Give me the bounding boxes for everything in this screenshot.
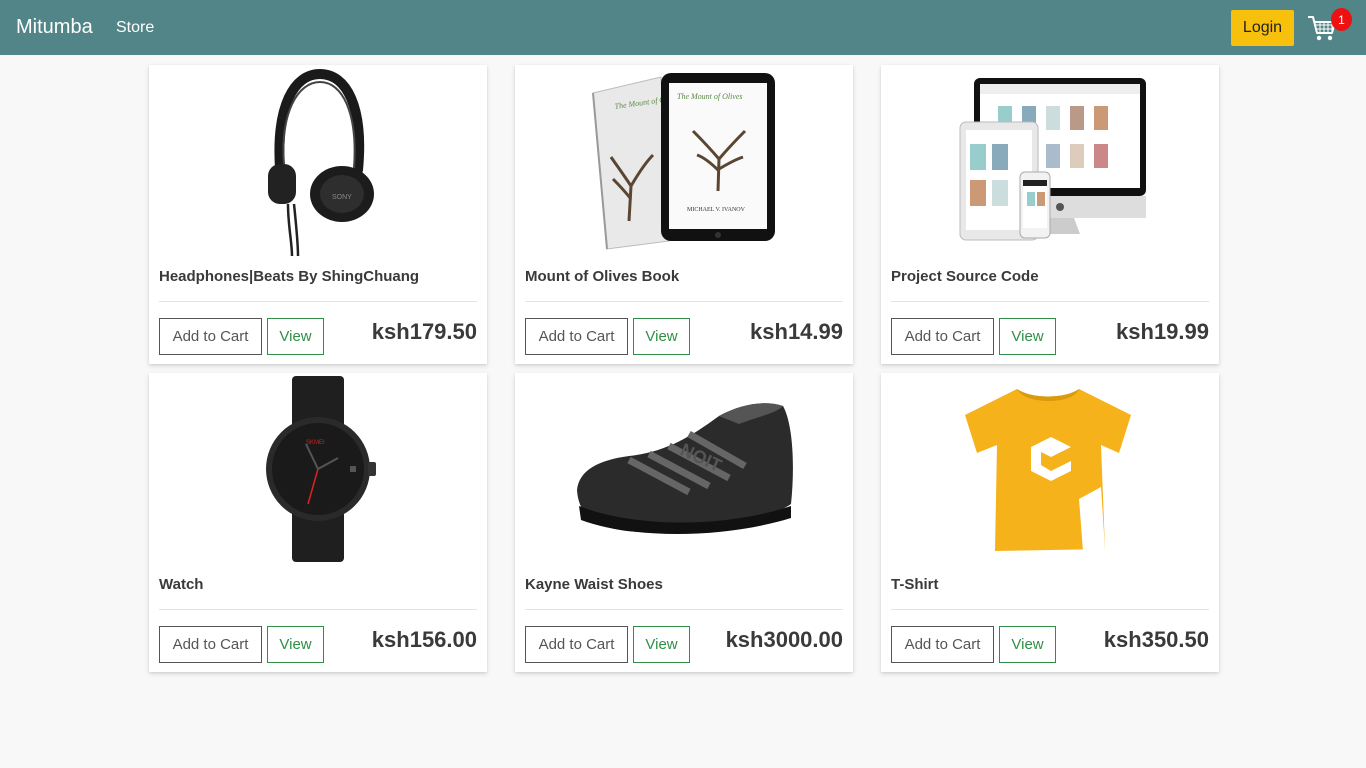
product-card: The Mount of Olives The Mount of Olives … [515,65,853,364]
product-title: Project Source Code [891,268,1039,285]
add-to-cart-button[interactable]: Add to Cart [159,318,262,355]
product-title: Mount of Olives Book [525,268,680,285]
devices-image [959,77,1146,240]
product-price: ksh156.00 [371,627,477,652]
book-image: The Mount of Olives The Mount of Olives … [592,73,775,250]
view-button[interactable]: View [633,626,690,663]
view-button[interactable]: View [267,626,324,663]
navbar: Mitumba Store Login 1 [0,0,1366,55]
view-button[interactable]: View [999,318,1056,355]
product-image-shoes[interactable]: NOIT [515,373,853,565]
login-button[interactable]: Login [1231,10,1294,46]
headphones-image: SONY [268,68,374,256]
brand-link[interactable]: Mitumba [16,16,93,39]
tshirt-image [965,389,1131,551]
divider [159,609,477,610]
product-price: ksh3000.00 [725,627,843,652]
product-title: Watch [159,576,204,593]
product-card: Project Source Code Add to Cart View ksh… [881,65,1219,364]
product-card: SKMEI Watch Add to Cart View ksh156.00 [149,373,487,672]
cart-count-badge: 1 [1331,8,1352,31]
product-title: T-Shirt [891,576,939,593]
divider [525,609,843,610]
view-button[interactable]: View [999,626,1056,663]
product-card: NOIT Kayne Waist Shoes Add to Cart View … [515,373,853,672]
watch-image: SKMEI [266,376,376,562]
add-to-cart-button[interactable]: Add to Cart [891,626,994,663]
add-to-cart-button[interactable]: Add to Cart [525,318,628,355]
product-image-tshirt[interactable] [881,373,1219,565]
divider [525,301,843,302]
product-card: T-Shirt Add to Cart View ksh350.50 [881,373,1219,672]
product-title: Kayne Waist Shoes [525,576,663,593]
product-image-watch[interactable]: SKMEI [149,373,487,565]
product-card: SONY Headphones|Beats By ShingChuang Add… [149,65,487,364]
svg-text:MICHAEL V. IVANOV: MICHAEL V. IVANOV [687,207,746,213]
product-image-source-code[interactable] [881,65,1219,257]
product-price: ksh19.99 [1116,319,1209,344]
svg-text:SKMEI: SKMEI [306,440,325,446]
product-image-book[interactable]: The Mount of Olives The Mount of Olives … [515,65,853,257]
svg-text:The Mount of Olives: The Mount of Olives [677,92,743,101]
product-price: ksh350.50 [1103,627,1209,652]
add-to-cart-button[interactable]: Add to Cart [525,626,628,663]
product-price: ksh14.99 [750,319,843,344]
product-image-headphones[interactable]: SONY [149,65,487,257]
divider [891,609,1209,610]
shoe-image: NOIT [577,403,793,534]
nav-link-store[interactable]: Store [116,19,154,37]
divider [891,301,1209,302]
view-button[interactable]: View [633,318,690,355]
divider [159,301,477,302]
svg-text:SONY: SONY [332,194,352,201]
add-to-cart-button[interactable]: Add to Cart [891,318,994,355]
view-button[interactable]: View [267,318,324,355]
add-to-cart-button[interactable]: Add to Cart [159,626,262,663]
product-title: Headphones|Beats By ShingChuang [159,268,420,285]
product-price: ksh179.50 [371,319,477,344]
